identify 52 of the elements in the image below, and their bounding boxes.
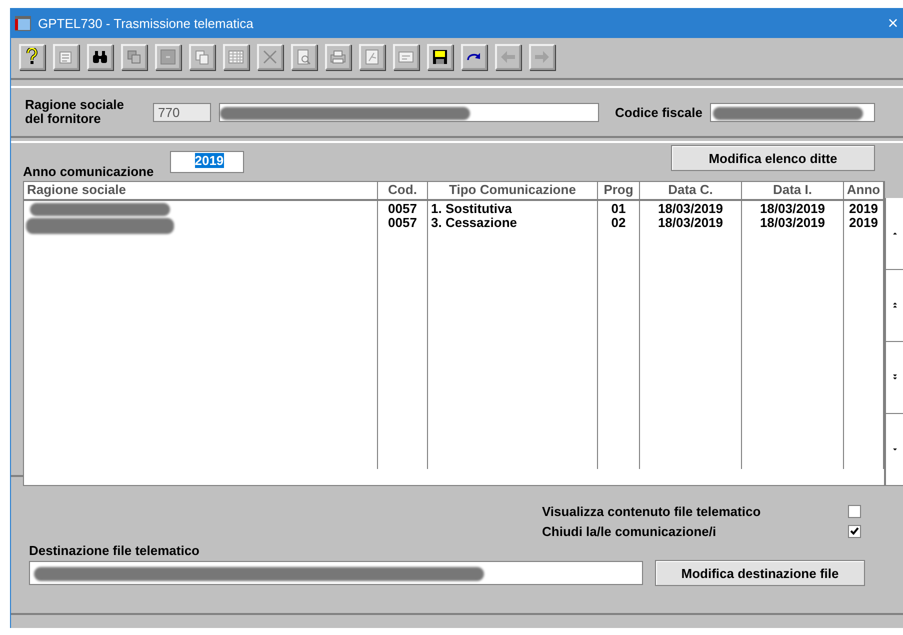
field-label: Destinazione file telematico [29, 543, 200, 558]
window-title: GPTEL730 - Trasmissione telematica [38, 16, 254, 30]
destination-field[interactable] [29, 561, 643, 585]
table-cell: 2019 [849, 202, 878, 216]
cross-icon [261, 48, 279, 66]
column-header[interactable]: Prog [598, 182, 640, 199]
column-header[interactable]: Data C. [640, 182, 742, 199]
table-cell: 0057 [388, 202, 417, 216]
right-arrow-icon [533, 48, 551, 66]
checkbox-label: Visualizza contenuto file telematico [542, 504, 762, 518]
table-cell: 18/03/2019 [760, 216, 826, 230]
close-button[interactable]: × [883, 12, 903, 34]
change-destination-button[interactable]: Modifica destinazione file [655, 560, 865, 586]
checkbox-label: Chiudi la/le comunicazione/i [542, 524, 718, 538]
table-cell: 18/03/2019 [760, 202, 826, 216]
table-cell: 2019 [849, 216, 878, 230]
column-header[interactable]: Ragione sociale [24, 182, 378, 199]
help-button[interactable] [19, 44, 45, 70]
column-header[interactable]: Data I. [742, 182, 844, 199]
column-header[interactable]: Tipo Comunicazione [428, 182, 598, 199]
checkbox[interactable] [848, 524, 861, 538]
layers-icon [125, 48, 143, 66]
grid-icon [227, 48, 245, 66]
year-field[interactable]: 2019 [170, 151, 244, 173]
field-label: Codice fiscale [615, 104, 702, 120]
tax-code-field[interactable] [710, 102, 876, 122]
code-field[interactable]: 770 [153, 102, 211, 122]
copy-icon [193, 48, 211, 66]
printer-icon [329, 48, 347, 66]
table-cell: 3. Cessazione [431, 216, 517, 230]
binoculars-icon [91, 48, 109, 66]
save-button[interactable] [427, 44, 453, 70]
field-label: Anno comunicazione [23, 164, 154, 179]
column-header[interactable]: Cod. [378, 182, 428, 199]
company-name-field[interactable] [219, 102, 599, 122]
table-cell: 18/03/2019 [658, 216, 724, 230]
scrollbar[interactable] [885, 198, 903, 486]
checkbox[interactable] [848, 504, 861, 518]
field-label: Ragione sociale del fornitore [25, 98, 125, 126]
table-cell: 01 [611, 202, 626, 216]
app-icon [15, 16, 31, 30]
binoculars-button[interactable] [87, 44, 113, 70]
redo-button[interactable] [461, 44, 487, 70]
page-icon [363, 48, 381, 66]
table-cell: 18/03/2019 [658, 202, 724, 216]
minus-icon [159, 48, 177, 66]
table-cell: 0057 [388, 216, 417, 230]
table-cell: 02 [611, 216, 626, 230]
column-header[interactable]: Anno [844, 182, 884, 199]
edit-company-list-button[interactable]: Modifica elenco ditte [671, 145, 875, 171]
page-magnifier-icon [295, 48, 313, 66]
table-cell: 1. Sostitutiva [431, 202, 512, 216]
